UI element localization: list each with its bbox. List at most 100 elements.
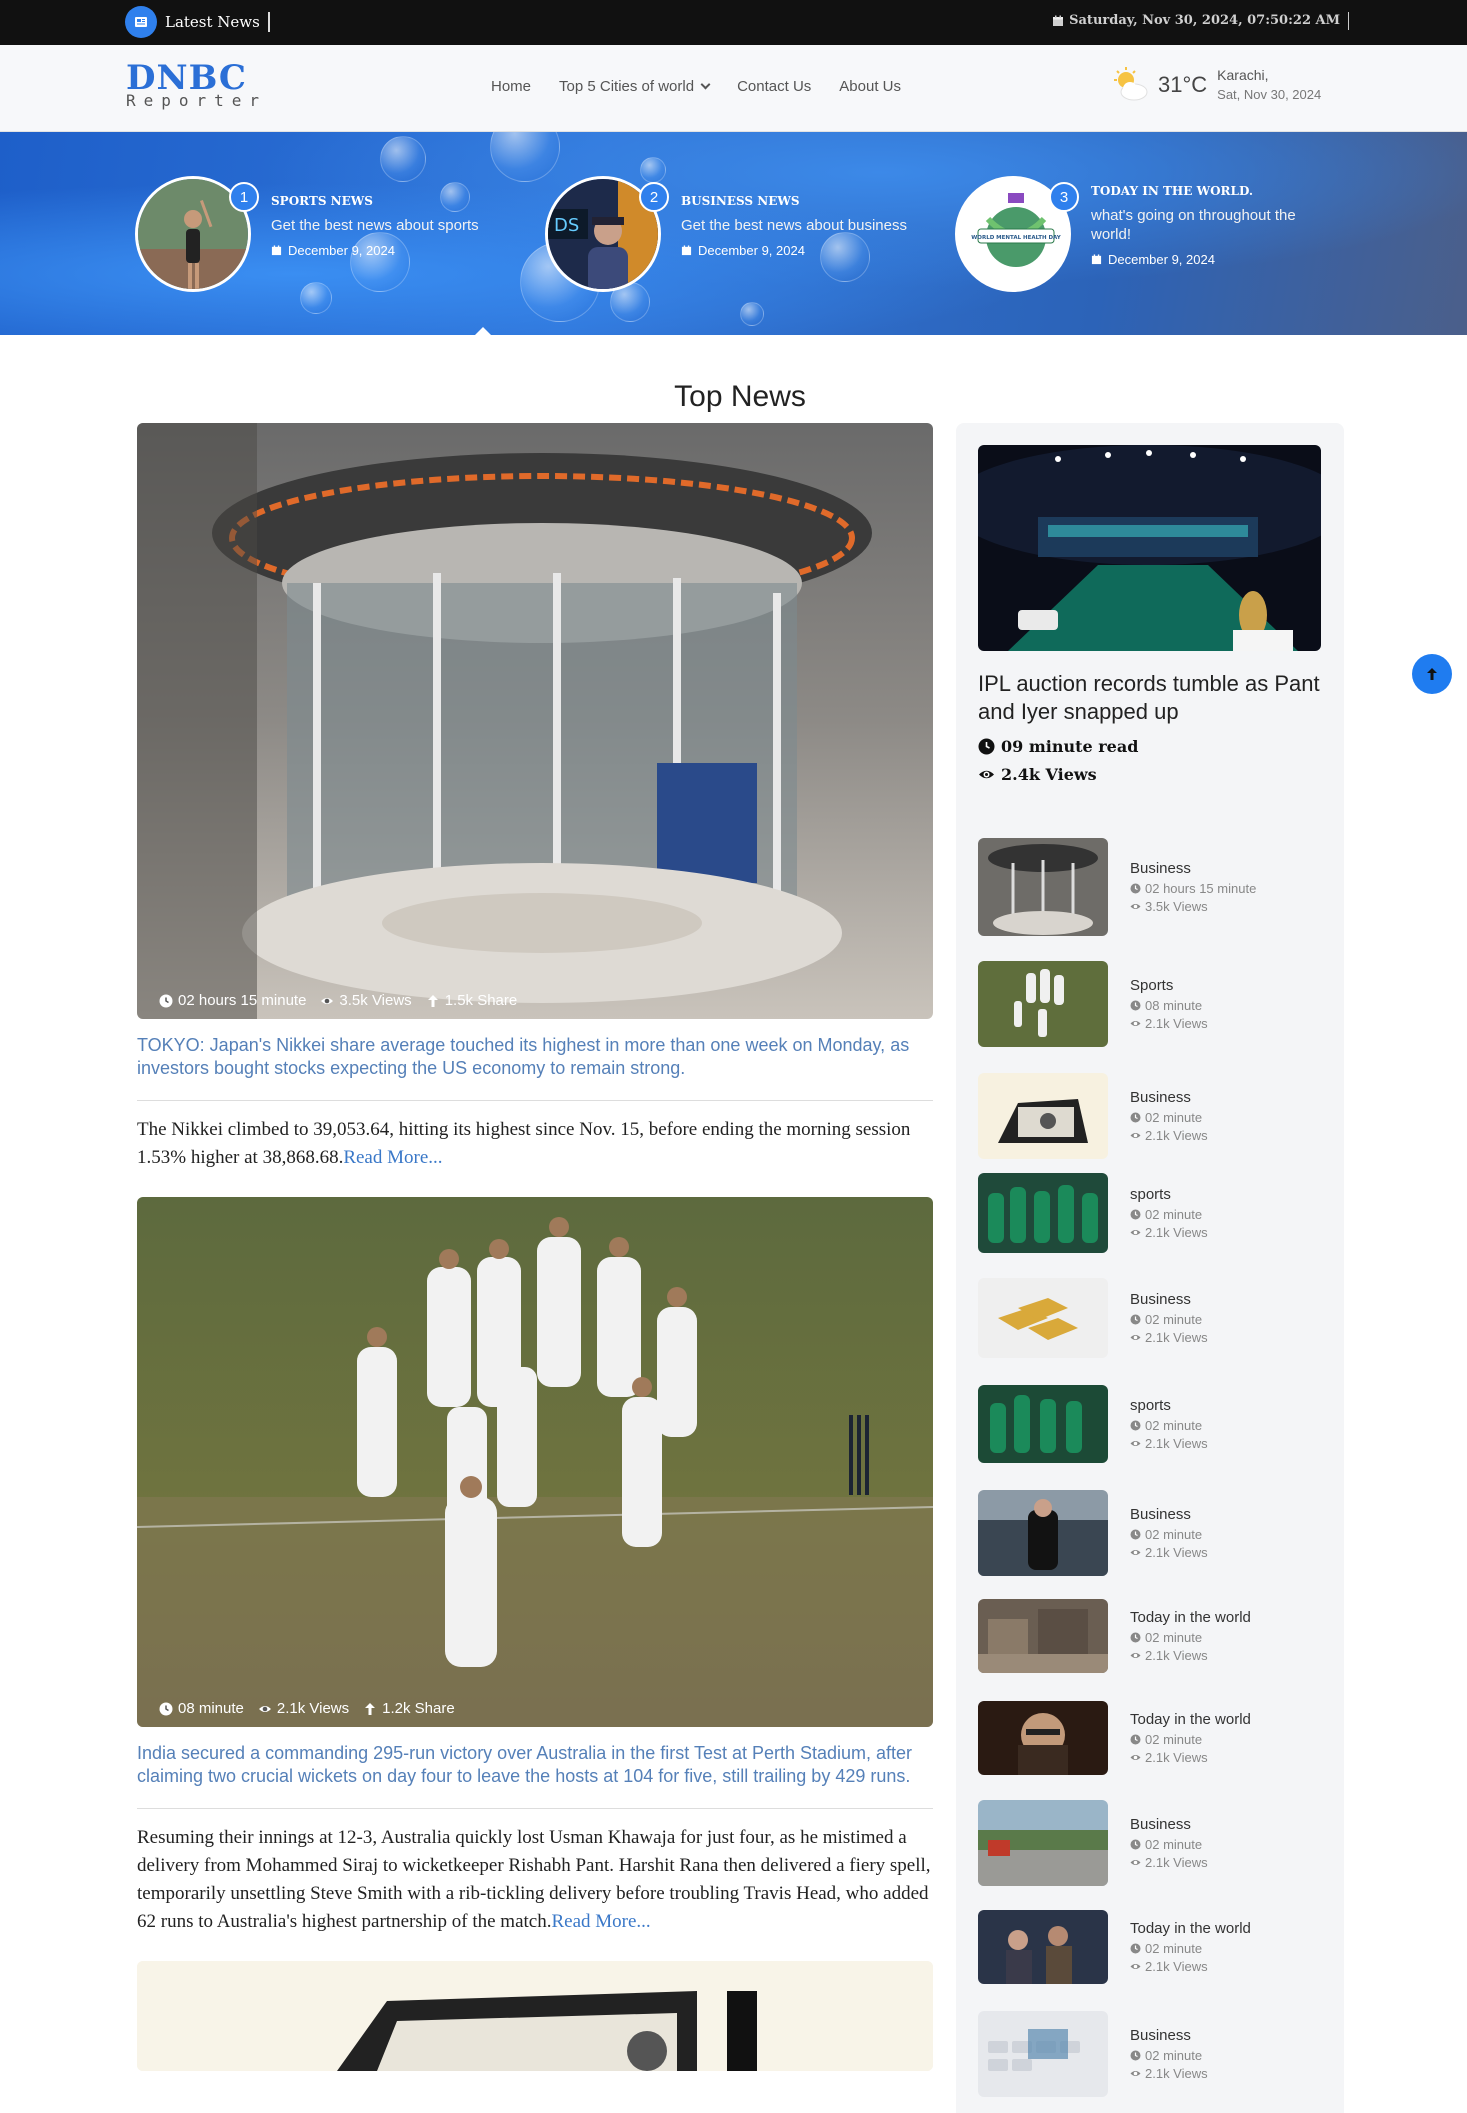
sidebar-news-views: 2.1k Views [1130, 1436, 1208, 1452]
eye-icon [1130, 1860, 1141, 1865]
read-more-link[interactable]: Read More... [551, 1911, 650, 1932]
featured-image[interactable] [978, 445, 1321, 651]
sidebar-news-item[interactable]: Business 02 minute 2.1k Views [978, 2011, 1321, 2097]
hero-card-desc: Get the best news about sports [271, 217, 479, 234]
eye-icon [1130, 1021, 1141, 1026]
scroll-to-top-button[interactable] [1412, 654, 1452, 694]
sidebar-news-time-text: 02 minute [1145, 2047, 1203, 2063]
sidebar-news-category: Business [1130, 2026, 1191, 2044]
featured-categories-band: 1 SPORTS NEWS Get the best news about sp… [0, 132, 1467, 335]
sidebar-news-info: Business 02 minute 2.1k Views [1130, 1291, 1208, 1346]
sidebar-news-views: 3.5k Views [1130, 899, 1256, 915]
calendar-icon [1091, 254, 1102, 265]
sidebar-news-views: 2.1k Views [1130, 2066, 1208, 2082]
latest-news-ticker[interactable]: Latest News [125, 4, 270, 40]
hero-card-date: December 9, 2024 [1091, 252, 1326, 267]
sidebar-news-views: 2.1k Views [1130, 1545, 1208, 1561]
hero-card-number: 1 [229, 182, 259, 212]
logo-main: DNBC [126, 58, 247, 98]
article-headline[interactable]: TOKYO: Japan's Nikkei share average touc… [137, 1034, 933, 1101]
badge-text: WORLD MENTAL HEALTH DAY [971, 235, 1062, 241]
sidebar-news-item[interactable]: Today in the world 02 minute 2.1k Views [978, 1701, 1321, 1775]
clock-icon [1130, 1209, 1141, 1220]
clock-icon [1130, 2050, 1141, 2061]
sidebar-news-views: 2.1k Views [1130, 1128, 1208, 1144]
sidebar-news-info: Today in the world 02 minute 2.1k Views [1130, 1609, 1251, 1664]
nav-about[interactable]: About Us [839, 78, 901, 95]
sidebar-news-info: Sports 08 minute 2.1k Views [1130, 977, 1208, 1032]
hero-notch [474, 327, 492, 336]
sidebar-news-time-text: 02 minute [1145, 1940, 1203, 1956]
sidebar-news-item[interactable]: Business 02 hours 15 minute 3.5k Views [978, 838, 1321, 936]
sidebar-news-category: Business [1130, 1088, 1191, 1106]
sidebar-news-time: 02 minute [1130, 1527, 1208, 1543]
sidebar-news-thumbnail [978, 2011, 1108, 2097]
article-body: Resuming their innings at 12-3, Australi… [137, 1824, 933, 1936]
sidebar-news-thumbnail [978, 1173, 1108, 1253]
sidebar-news-category: Business [1130, 1505, 1191, 1523]
nav-top-cities-label: Top 5 Cities of world [559, 78, 695, 95]
article-time-text: 08 minute [178, 1700, 244, 1717]
sidebar-news-item[interactable]: Sports 08 minute 2.1k Views [978, 961, 1321, 1047]
sidebar-news-views: 2.1k Views [1130, 1648, 1251, 1664]
sidebar-news-item[interactable]: Business 02 minute 2.1k Views [978, 1800, 1321, 1886]
hero-card-category: BUSINESS NEWS [681, 194, 800, 208]
sidebar-news-info: Business 02 hours 15 minute 3.5k Views [1130, 860, 1256, 915]
clock-icon [1130, 1529, 1141, 1540]
sidebar-news-item[interactable]: Business 02 minute 2.1k Views [978, 1490, 1321, 1576]
nav-home[interactable]: Home [491, 78, 531, 95]
decor-bubble [740, 302, 764, 326]
article-image[interactable]: 08 minute 2.1k Views 1.2k Share [137, 1197, 933, 1727]
nav-contact[interactable]: Contact Us [737, 78, 811, 95]
site-header: DNBC Reporter Home Top 5 Cities of world… [0, 45, 1467, 132]
newspaper-icon [125, 6, 157, 38]
article-stats: 08 minute 2.1k Views 1.2k Share [159, 1700, 455, 1717]
hero-card-date-text: December 9, 2024 [1108, 252, 1215, 267]
article-headline[interactable]: India secured a commanding 295-run victo… [137, 1742, 933, 1809]
eye-icon [1130, 1335, 1141, 1340]
hero-card-date-text: December 9, 2024 [288, 243, 395, 258]
site-logo[interactable]: DNBC Reporter [126, 61, 267, 109]
hero-card-business[interactable]: DS 2 BUSINESS NEWS Get the best news abo… [545, 176, 916, 292]
sidebar-news-item[interactable]: Business 02 minute 2.1k Views [978, 1278, 1321, 1358]
sidebar-news-thumbnail [978, 1490, 1108, 1576]
sidebar-news-info: Business 02 minute 2.1k Views [1130, 1816, 1208, 1871]
sidebar-news-category: Business [1130, 859, 1191, 877]
current-datetime: Saturday, Nov 30, 2024, 07:50:22 AM [1052, 12, 1349, 30]
sidebar-news-item[interactable]: Today in the world 02 minute 2.1k Views [978, 1910, 1321, 1984]
decor-bubble [490, 132, 560, 182]
article-image[interactable]: 02 hours 15 minute 3.5k Views 1.5k Share [137, 423, 933, 1019]
sidebar-news-item[interactable]: sports 02 minute 2.1k Views [978, 1385, 1321, 1463]
calendar-icon [681, 245, 692, 256]
sidebar-news-time-text: 08 minute [1145, 997, 1203, 1013]
hero-card-category: SPORTS NEWS [271, 194, 373, 208]
section-title: Top News [674, 380, 806, 413]
nav-top-cities[interactable]: Top 5 Cities of world [559, 78, 711, 95]
hero-card-sports[interactable]: 1 SPORTS NEWS Get the best news about sp… [135, 176, 506, 292]
sidebar-news-time-text: 02 minute [1145, 1836, 1203, 1852]
sidebar-news-category: Today in the world [1130, 1710, 1251, 1728]
read-more-link[interactable]: Read More... [343, 1147, 442, 1168]
sidebar-news-time-text: 02 minute [1145, 1109, 1203, 1125]
eye-icon [321, 997, 334, 1004]
article-image[interactable] [137, 1961, 933, 2071]
hero-card-world[interactable]: WORLD MENTAL HEALTH DAY 3 TODAY IN THE W… [955, 176, 1326, 292]
featured-views-text: 2.4k Views [1001, 765, 1097, 784]
featured-title[interactable]: IPL auction records tumble as Pant and I… [978, 670, 1321, 726]
article-views: 2.1k Views [258, 1700, 349, 1717]
sidebar-news-item[interactable]: Today in the world 02 minute 2.1k Views [978, 1599, 1321, 1673]
article-time: 08 minute [159, 1700, 244, 1717]
logo-sub: Reporter [126, 91, 268, 110]
sidebar-news-thumbnail [978, 1073, 1108, 1159]
sidebar-news-views-text: 2.1k Views [1145, 2065, 1208, 2081]
chevron-down-icon [700, 79, 711, 90]
arrow-up-icon [1427, 668, 1437, 680]
sidebar-news-item[interactable]: Business 02 minute 2.1k Views [978, 1073, 1321, 1159]
article-body-text: Resuming their innings at 12-3, Australi… [137, 1827, 931, 1932]
clock-icon [159, 994, 173, 1007]
sidebar-news-item[interactable]: sports 02 minute 2.1k Views [978, 1173, 1321, 1253]
eye-icon [1130, 1653, 1141, 1658]
sidebar-news-views-text: 3.5k Views [1145, 898, 1208, 914]
article-views-text: 3.5k Views [339, 992, 412, 1009]
sidebar-news-info: sports 02 minute 2.1k Views [1130, 1186, 1208, 1241]
